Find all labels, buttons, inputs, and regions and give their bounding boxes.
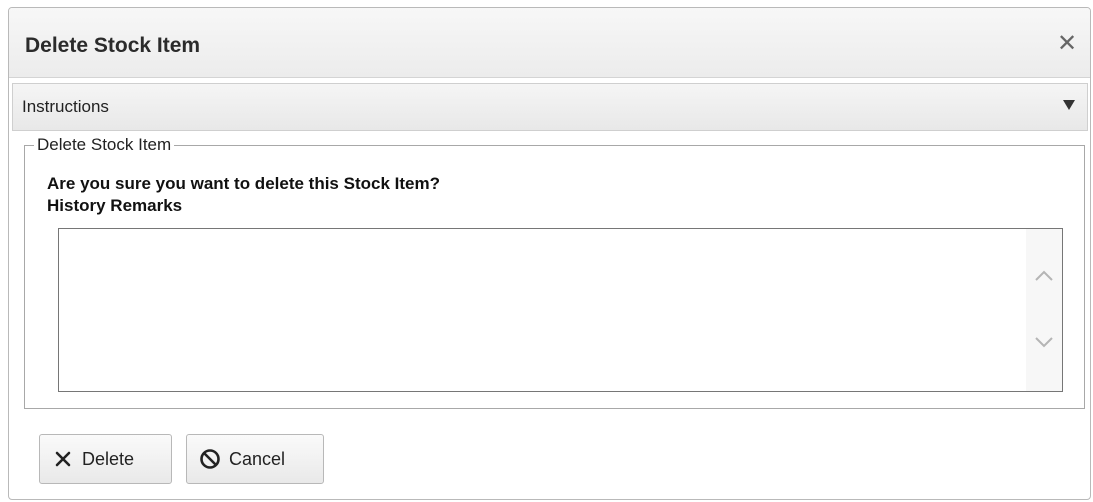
dialog-titlebar: Delete Stock Item ✕: [9, 8, 1090, 78]
instructions-panel-header[interactable]: Instructions: [12, 83, 1088, 131]
fieldset-legend: Delete Stock Item: [37, 135, 172, 154]
delete-button-label: Delete: [82, 448, 135, 469]
chevron-down-icon[interactable]: [1033, 331, 1055, 353]
dialog-title: Delete Stock Item: [25, 34, 201, 57]
delete-button[interactable]: Delete: [39, 434, 172, 484]
caret-down-icon: [1063, 100, 1075, 110]
cancel-circle-icon: [199, 448, 221, 470]
history-remarks-field: [58, 228, 1063, 392]
history-remarks-textarea[interactable]: [59, 229, 1025, 391]
cancel-button-label: Cancel: [229, 448, 286, 469]
history-remarks-label: History Remarks: [47, 196, 183, 215]
instructions-label: Instructions: [22, 97, 109, 116]
remarks-scrollbar[interactable]: [1026, 229, 1062, 391]
close-icon[interactable]: ✕: [1054, 31, 1080, 57]
cancel-button[interactable]: Cancel: [186, 434, 324, 484]
delete-stock-item-dialog: Delete Stock Item ✕ Instructions Delete …: [8, 7, 1091, 500]
x-icon: [52, 448, 74, 470]
chevron-up-icon[interactable]: [1033, 265, 1055, 287]
confirm-question: Are you sure you want to delete this Sto…: [47, 174, 440, 193]
